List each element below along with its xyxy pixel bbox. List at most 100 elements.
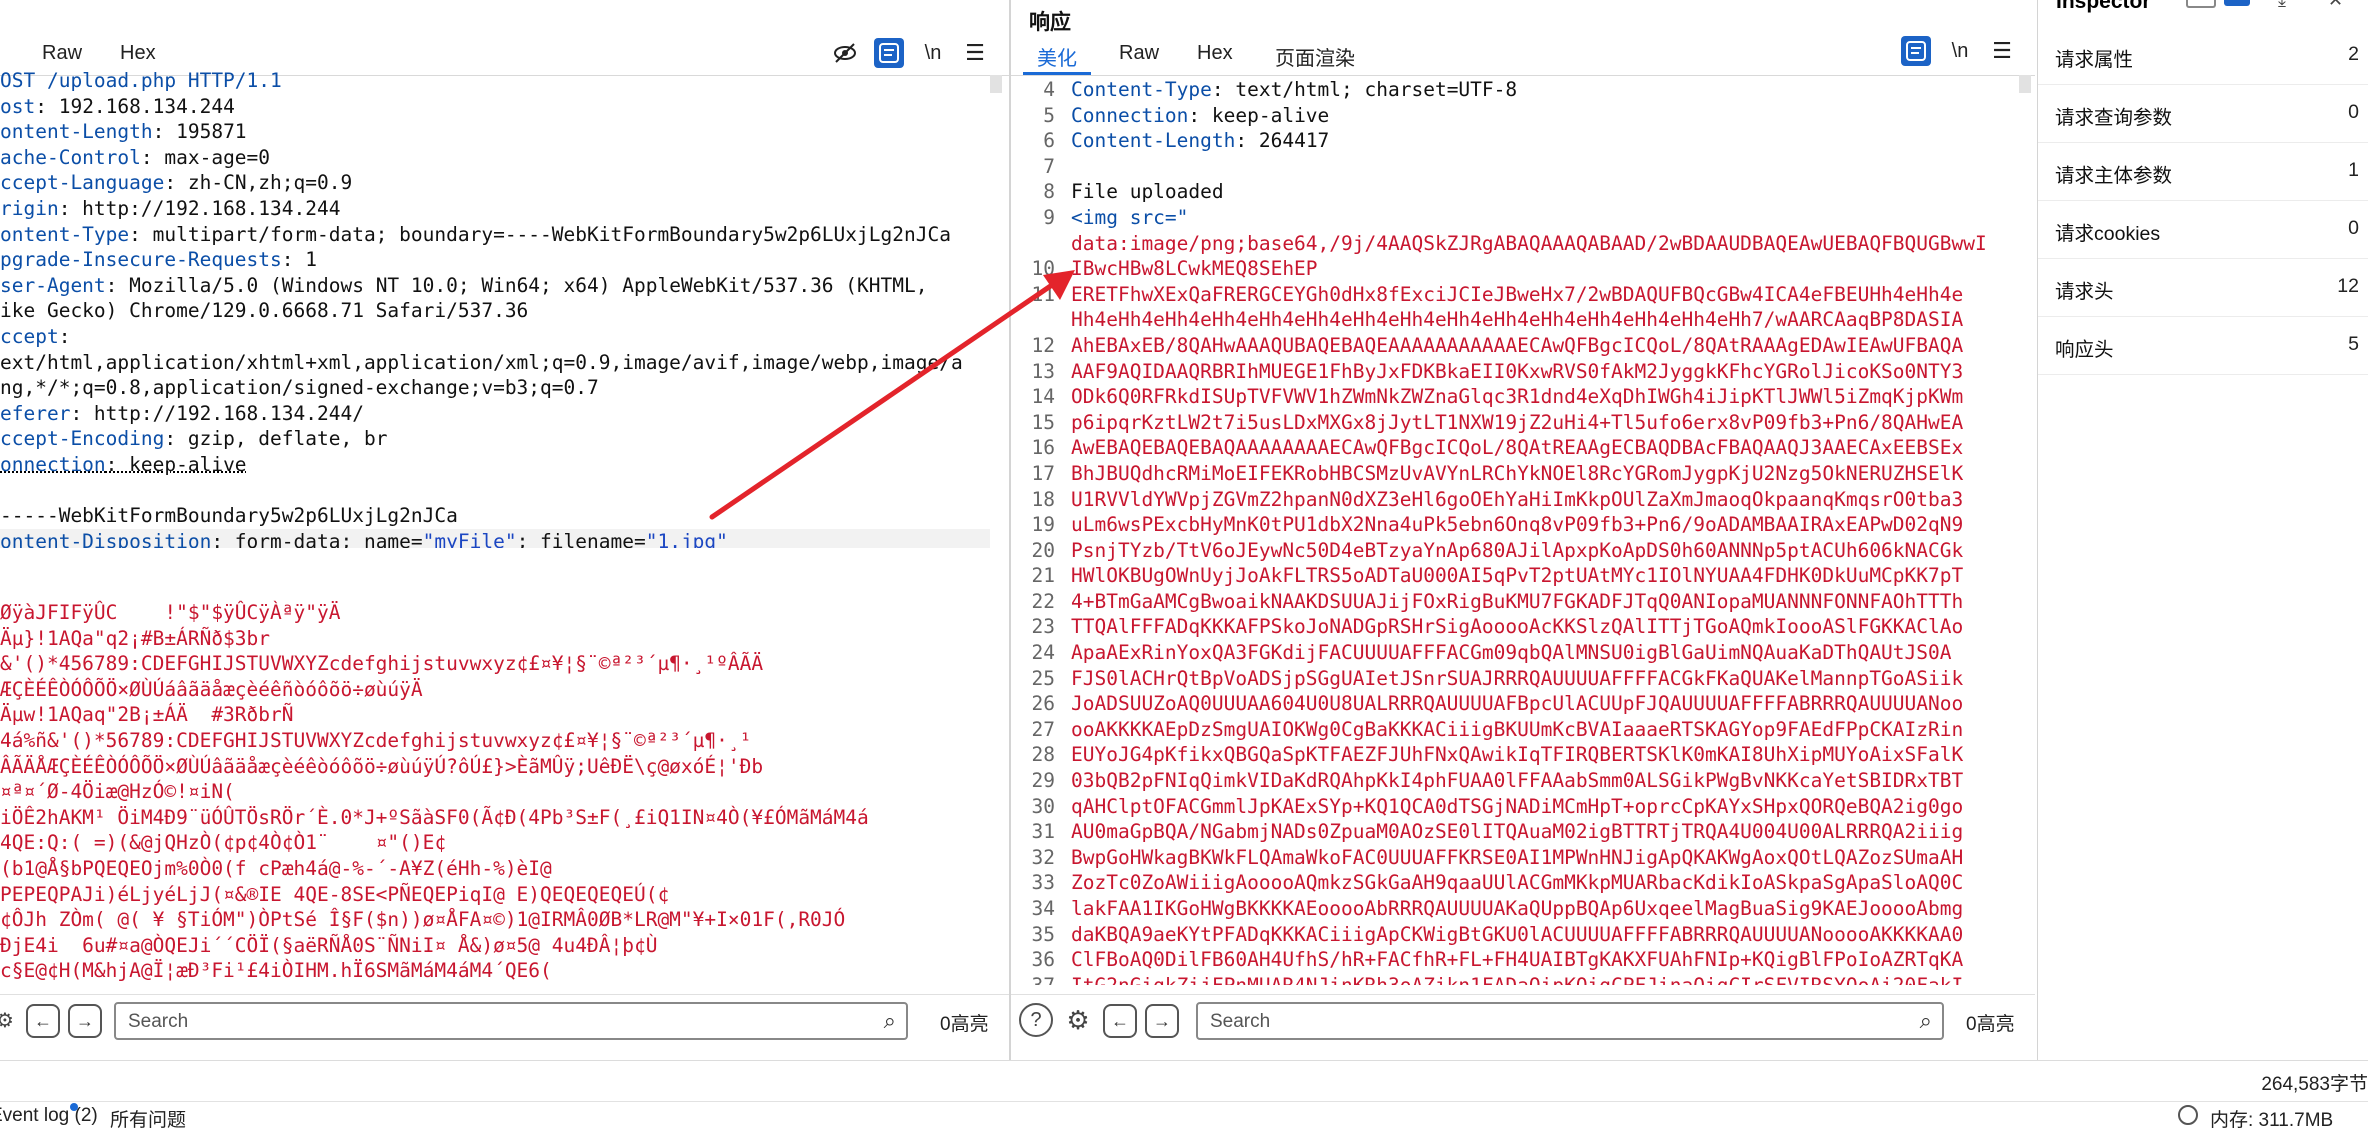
wrap-lines-icon[interactable] bbox=[1901, 36, 1931, 66]
request-headers[interactable]: OST /upload.php HTTP/1.1 ost: 192.168.134… bbox=[0, 68, 990, 548]
line-number: 36 bbox=[1011, 947, 1055, 973]
tab-render[interactable]: 页面渲染 bbox=[1275, 42, 1355, 71]
line-number: 10 bbox=[1011, 256, 1055, 282]
newline-icon[interactable]: \n bbox=[1945, 36, 1975, 66]
base64-data: data:image/png;base64,/9j/4AAQSkZJRgABAQ… bbox=[1071, 232, 1987, 255]
line-number: 28 bbox=[1011, 742, 1055, 768]
response-search-input[interactable] bbox=[1198, 1004, 1906, 1040]
base64-data: ZozTc0ZoAWiiigAooooAQmkzSGkGaAH9qaaUUlAC… bbox=[1071, 871, 1963, 894]
header-key: Connection bbox=[1071, 104, 1188, 127]
prev-match-button[interactable]: ← bbox=[1103, 1004, 1137, 1038]
inspector-row-label: 请求cookies bbox=[2055, 217, 2160, 246]
request-tabs-bar: Raw Hex \n ☰ bbox=[0, 0, 1009, 76]
layout-split-icon[interactable] bbox=[2224, 0, 2250, 6]
header-value: : 1 bbox=[282, 248, 317, 271]
line-number: 35 bbox=[1011, 922, 1055, 948]
response-line: 10 IBwcHBw8LCwkMEQ8SEhEP bbox=[1011, 256, 2016, 282]
menu-icon[interactable]: ☰ bbox=[960, 38, 990, 68]
wrap-lines-icon[interactable] bbox=[874, 38, 904, 68]
line-number: 18 bbox=[1011, 487, 1055, 513]
next-match-button[interactable]: → bbox=[1145, 1004, 1179, 1038]
binary-line: Äµw!1AQaq"2B¡±ÁÄ #3RðbrÑ bbox=[0, 702, 990, 728]
base64-data: TTQAlFFFADqKKKAFPSkoJoNADGpRSHrSigAooooA… bbox=[1071, 615, 1963, 638]
line-number: 13 bbox=[1011, 359, 1055, 385]
base64-data: 03bQB2pFNIqQimkVIDaKdRQAhpKkI4phFUAA0lFF… bbox=[1071, 769, 1963, 792]
response-line: 23 TTQAlFFFADqKKKAFPSkoJoNADGpRSHrSigAooo… bbox=[1011, 614, 2016, 640]
base64-data: HWlOKBUgOWnUyjJoAkFLTRS5oADTaU000AI5qPvT… bbox=[1071, 564, 1963, 587]
header-value: : max-age=0 bbox=[141, 146, 270, 169]
event-log-link[interactable]: Event log (2) bbox=[0, 1105, 98, 1127]
base64-data: ClFBoAQ0DilFB60AH4UfhS/hR+FACfhR+FL+FH4U… bbox=[1071, 948, 1963, 971]
header-value: ext/html,application/xhtml+xml,applicati… bbox=[0, 351, 963, 374]
inspector-row[interactable]: 响应头 5 bbox=[2038, 316, 2368, 375]
line-number: 4 bbox=[1011, 77, 1055, 103]
line-number: 17 bbox=[1011, 461, 1055, 487]
inspector-row[interactable]: 请求头 12 bbox=[2038, 258, 2368, 317]
base64-data: JoADSUUZoAQ0UUUAA604U0U8UALRRRQAUUUUAFBp… bbox=[1071, 692, 1963, 715]
base64-data: FJS0lACHrQtBpVoADSjpSGgUAIetJSnrSUAJRRRQ… bbox=[1071, 667, 1963, 690]
header-key: pgrade-Insecure-Requests bbox=[0, 248, 282, 271]
base64-data: uLm6wsPExcbHyMnK0tPU1dbX2Nna4uPk5ebn6Onq… bbox=[1071, 513, 1963, 536]
search-icon[interactable]: ⌕ bbox=[884, 1008, 896, 1034]
response-line: 20 PsnjTYzb/TtV6oJEywNc50D4eBTzyaYnAp680A… bbox=[1011, 538, 2016, 564]
line-number: 8 bbox=[1011, 179, 1055, 205]
inspector-row[interactable]: 请求属性 2 bbox=[2038, 26, 2368, 85]
inspector-row[interactable]: 请求cookies 0 bbox=[2038, 200, 2368, 259]
settings-gear-icon[interactable]: ⚙ bbox=[1061, 1003, 1095, 1037]
request-search-input[interactable] bbox=[116, 1004, 870, 1040]
next-match-button[interactable]: → bbox=[68, 1004, 102, 1038]
line-number: 30 bbox=[1011, 794, 1055, 820]
response-body[interactable]: 4 Content-Type: text/html; charset=UTF-8 5… bbox=[1011, 77, 2016, 985]
collapse-icon[interactable]: ⤓ bbox=[2278, 0, 2286, 11]
header-key: onnection bbox=[0, 453, 106, 476]
inspector-row[interactable]: 请求查询参数 0 bbox=[2038, 84, 2368, 143]
header-line: onnection: keep-alive bbox=[0, 452, 990, 478]
line-number: 14 bbox=[1011, 384, 1055, 410]
tab-hex[interactable]: Hex bbox=[120, 42, 156, 65]
request-binary-body[interactable]: ØÿàJFIFÿÛC !"$"$ÿÛCÿÀªÿ"ÿÄ Äµ}!1AQa"q2¡#B… bbox=[0, 600, 990, 985]
tab-raw[interactable]: Raw bbox=[42, 42, 82, 65]
binary-line: 4á%ñ&'()*56789:CDEFGHIJSTUVWXYZcdefghijs… bbox=[0, 728, 990, 754]
line-number: 23 bbox=[1011, 614, 1055, 640]
response-line: 36 ClFBoAQ0DilFB60AH4UfhS/hR+FACfhR+FL+FH… bbox=[1011, 947, 2016, 973]
response-scrollbar[interactable] bbox=[2019, 75, 2031, 93]
request-scrollbar[interactable] bbox=[990, 75, 1002, 93]
header-key: ontent-Type bbox=[0, 223, 129, 246]
binary-line: Äµ}!1AQa"q2¡#B±ÁRÑð$3br bbox=[0, 626, 990, 652]
header-value: : 192.168.134.244 bbox=[35, 95, 235, 118]
inspector-row-label: 响应头 bbox=[2055, 333, 2114, 362]
tab-hex[interactable]: Hex bbox=[1197, 42, 1233, 65]
close-icon[interactable]: ✕ bbox=[2328, 0, 2343, 11]
inspector-row-label: 请求属性 bbox=[2055, 43, 2133, 72]
prev-match-button[interactable]: ← bbox=[26, 1004, 60, 1038]
response-line: 29 03bQB2pFNIqQimkVIDaKdRQAhpKkI4phFUAA0l… bbox=[1011, 768, 2016, 794]
newline-icon[interactable]: \n bbox=[918, 38, 948, 68]
tab-pretty[interactable]: 美化 bbox=[1037, 42, 1077, 71]
all-issues-link[interactable]: 所有问题 bbox=[110, 1105, 186, 1132]
inspector-row-label: 请求头 bbox=[2055, 275, 2114, 304]
tab-raw[interactable]: Raw bbox=[1119, 42, 1159, 65]
response-line: 21 HWlOKBUgOWnUyjJoAkFLTRS5oADTaU000AI5qP… bbox=[1011, 563, 2016, 589]
header-value: : zh-CN,zh;q=0.9 bbox=[164, 171, 352, 194]
menu-icon[interactable]: ☰ bbox=[1987, 36, 2017, 66]
layout-icon[interactable] bbox=[2186, 0, 2216, 8]
header-key: eferer bbox=[0, 402, 70, 425]
event-dot-icon bbox=[70, 1103, 78, 1111]
header-key: ccept bbox=[0, 325, 59, 348]
response-line: 8 File uploaded bbox=[1011, 179, 2016, 205]
settings-gear-icon[interactable]: ⚙ bbox=[0, 1003, 22, 1037]
line-number: 26 bbox=[1011, 691, 1055, 717]
header-key: ccept-Encoding bbox=[0, 427, 164, 450]
line-number: 12 bbox=[1011, 333, 1055, 359]
inspector-row[interactable]: 请求主体参数 1 bbox=[2038, 142, 2368, 201]
line-number: 22 bbox=[1011, 589, 1055, 615]
base64-data: ApaAExRinYoxQA3FGKdijFACUUUUAFFFACGm09qb… bbox=[1071, 641, 1952, 664]
search-icon[interactable]: ⌕ bbox=[1920, 1008, 1932, 1034]
inspector-panel: Inspector ⤓ ✕ 请求属性 2 请求查询参数 0 请求主体参数 1 请求cooki… bbox=[2037, 0, 2368, 1060]
help-icon[interactable]: ? bbox=[1019, 1003, 1053, 1037]
response-line: 14 ODk6Q0RFRkdISUpTVFVWV1hZWmNkZWZnaGlqc3… bbox=[1011, 384, 2016, 410]
binary-line: c§E@¢H(M&hjA@Ï¦æÐ³Fi¹£4iÒIHM.hÏ6SMãMáM4á… bbox=[0, 958, 990, 984]
hide-nonprintable-icon[interactable] bbox=[830, 38, 860, 68]
base64-data: p6ipqrKztLW2t7i5usLDxMXGx8jJytLT1NXW19jZ… bbox=[1071, 411, 1963, 434]
header-line: ontent-Type: multipart/form-data; bounda… bbox=[0, 222, 990, 248]
